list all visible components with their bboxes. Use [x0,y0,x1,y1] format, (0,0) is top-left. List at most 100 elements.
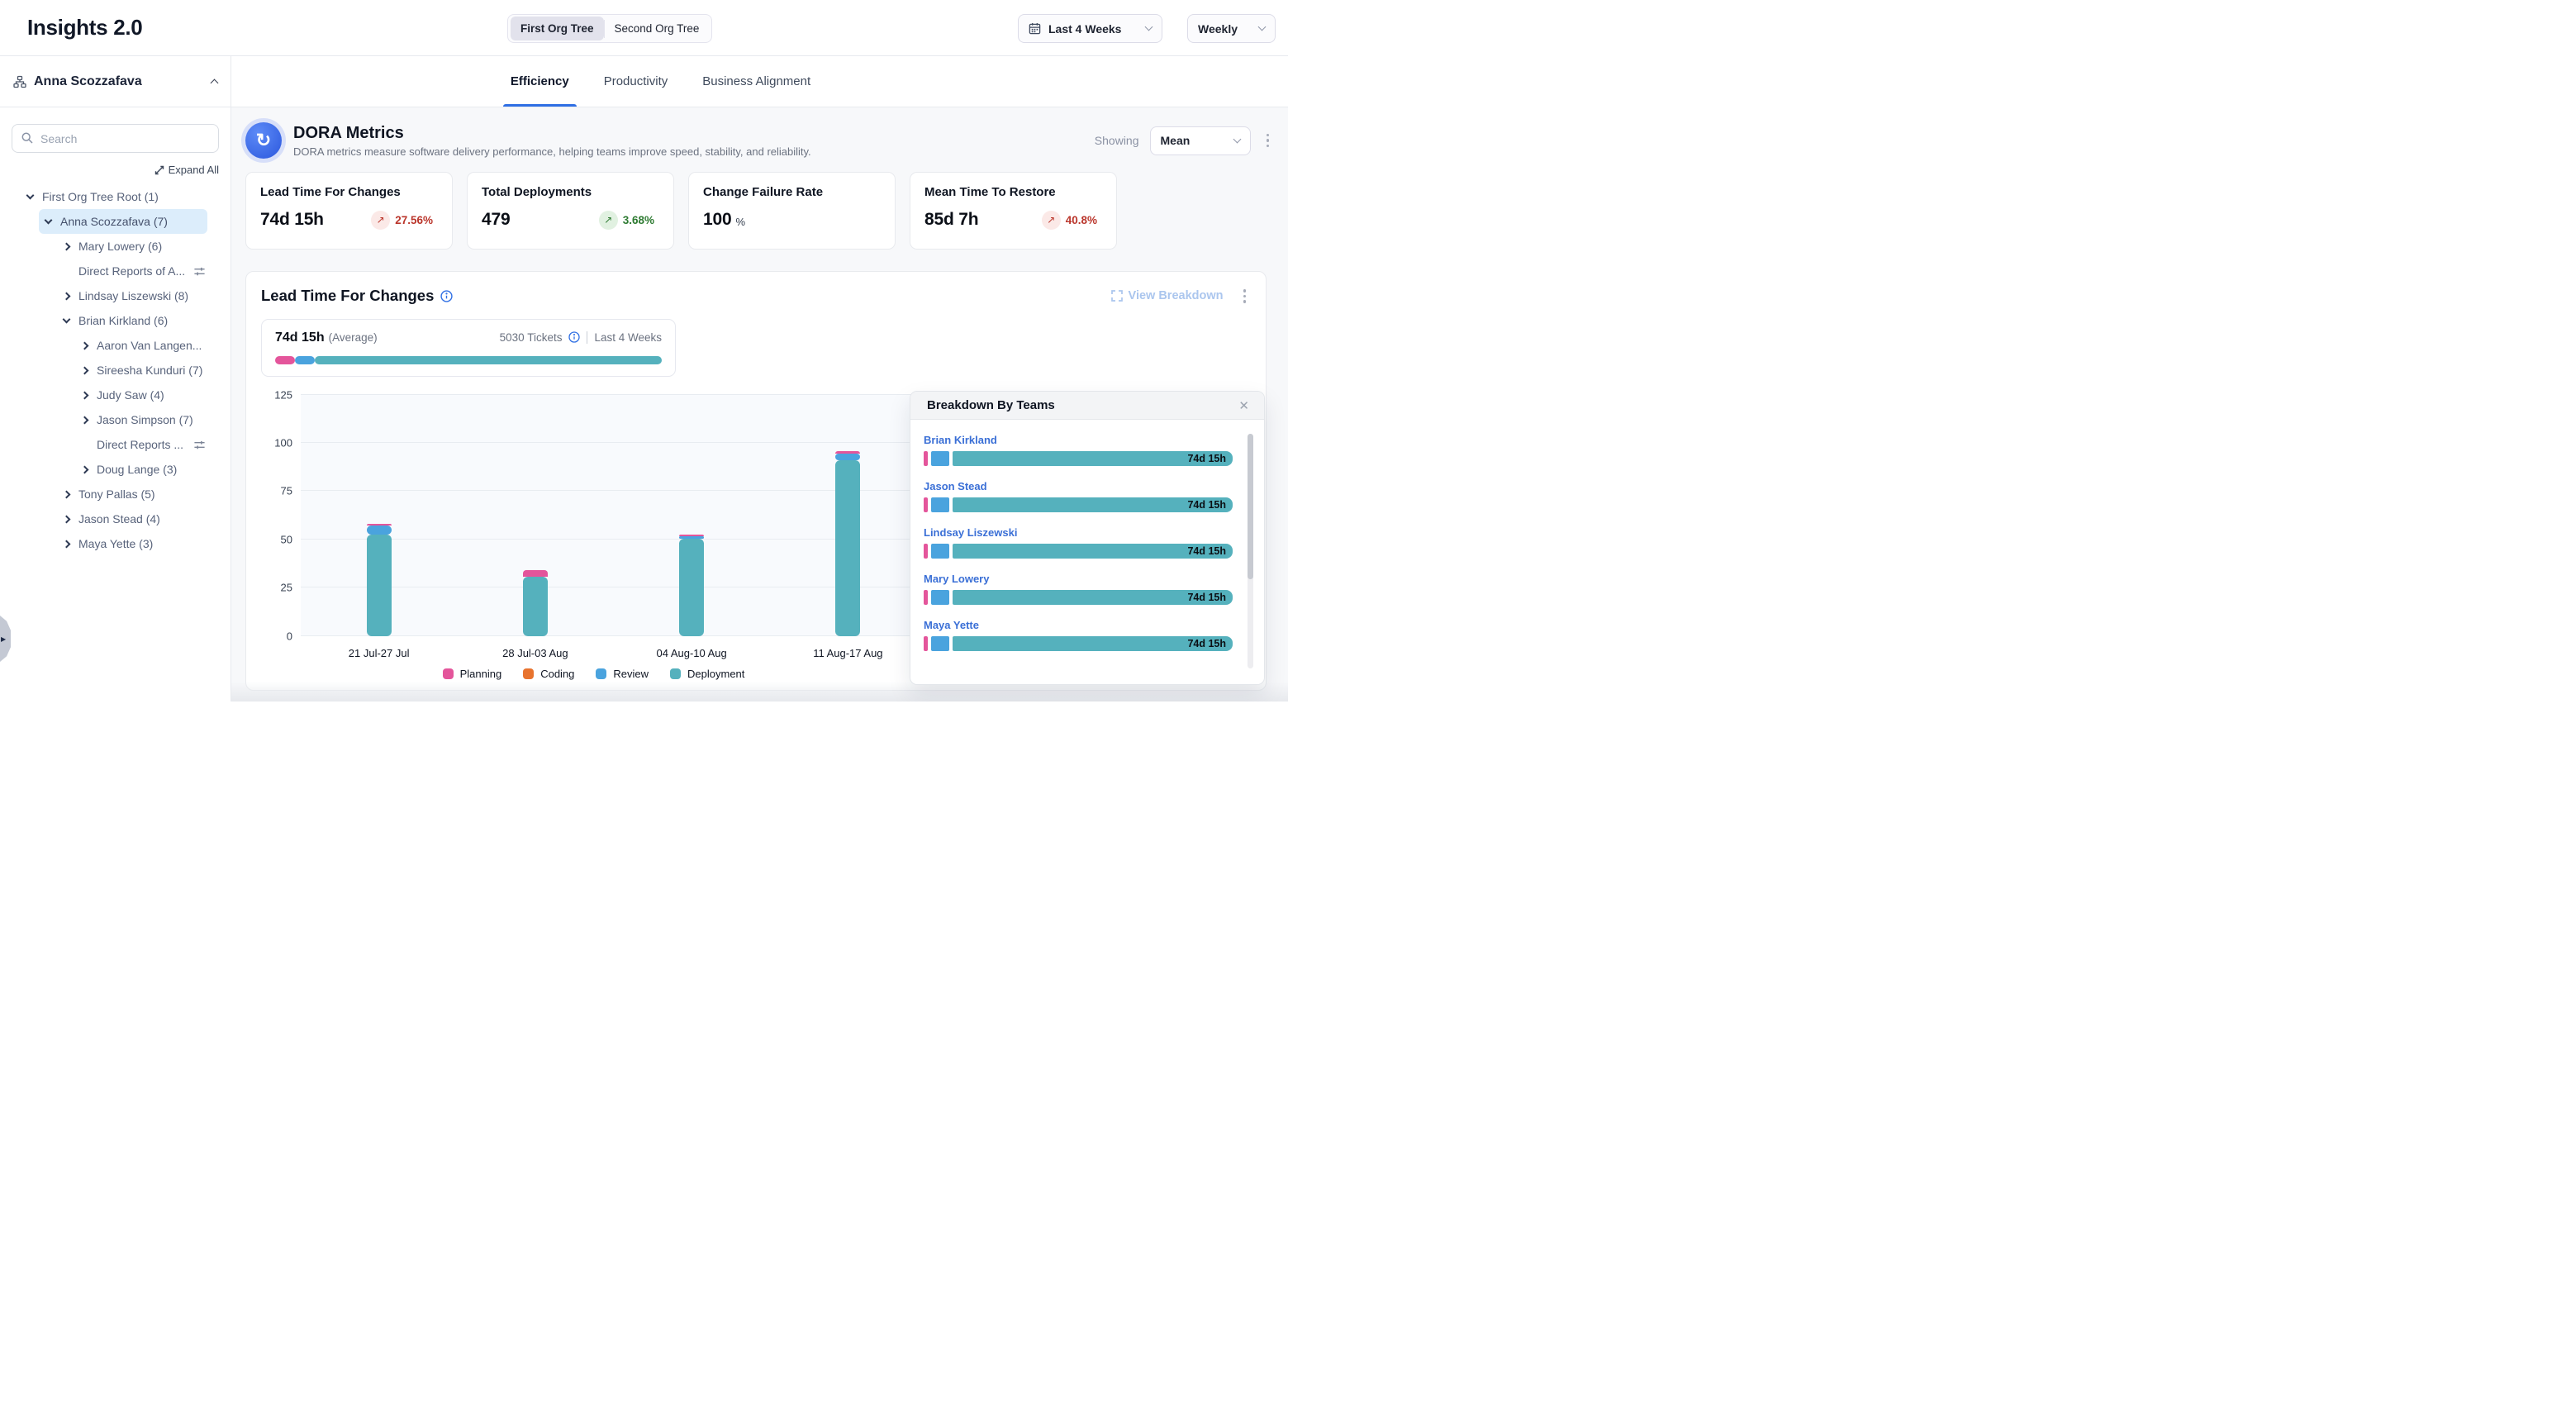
team-name-link[interactable]: Maya Yette [924,619,1233,631]
tree-item[interactable]: First Org Tree Root (1) [21,184,207,209]
tree-item[interactable]: Jason Stead (4) [57,507,207,531]
breakdown-panel-title: Breakdown By Teams [927,398,1235,412]
panel-scrollbar-thumb[interactable] [1248,434,1253,579]
tree-item-label: Tony Pallas (5) [78,487,155,501]
search-icon [21,131,34,145]
view-breakdown-button[interactable]: View Breakdown [1111,289,1224,302]
chevron-up-icon[interactable] [211,79,219,88]
tree-item[interactable]: Sireesha Kunduri (7) [75,358,207,383]
tab[interactable]: Efficiency [509,56,571,107]
tree-item[interactable]: Brian Kirkland (6) [57,308,207,333]
y-axis: 0255075100125 [261,395,301,636]
tree-chevron-icon[interactable] [63,515,71,523]
gridline [301,394,926,395]
expand-all-link[interactable]: Expand All [154,164,219,176]
info-icon[interactable] [568,331,580,343]
team-value: 74d 15h [1187,499,1226,511]
org-tree: First Org Tree Root (1) Anna Scozzafava … [12,184,219,556]
tree-chevron-icon[interactable] [81,465,89,473]
lead-time-card: Lead Time For Changes [245,271,1267,691]
bar-segment-deployment [367,535,392,636]
chart-kebab-menu-icon[interactable] [1238,286,1252,307]
dora-kebab-menu-icon[interactable] [1262,131,1275,151]
tree-item[interactable]: Lindsay Liszewski (8) [57,283,207,308]
tree-chevron-icon[interactable] [63,292,71,300]
tab-label: Productivity [604,74,668,88]
team-name-link[interactable]: Jason Stead [924,480,1233,492]
aggregation-select[interactable]: Mean [1150,126,1251,155]
tree-item[interactable]: Jason Simpson (7) [75,407,207,432]
trend-up-arrow-icon: ↗ [371,211,390,230]
tab[interactable]: Business Alignment [701,56,812,107]
trend-badge: ↗ 3.68% [599,211,654,230]
tree-item[interactable]: Doug Lange (3) [75,457,207,482]
breakdown-panel: Breakdown By Teams ✕ Brian Kirkland 74d … [910,391,1265,685]
tree-chevron-icon[interactable] [63,490,71,498]
average-summary-box: 74d 15h (Average) 5030 Tickets Last 4 We… [261,319,676,377]
team-bar-deployment-segment: 74d 15h [953,544,1233,559]
tree-item-label: Mary Lowery (6) [78,240,162,253]
tree-item[interactable]: Aaron Van Langen... [75,333,207,358]
team-value: 74d 15h [1187,453,1226,464]
tree-chevron-icon[interactable] [81,341,89,350]
legend-item[interactable]: Planning [443,668,502,680]
tree-chevron-icon[interactable] [63,540,71,548]
metric-card: Total Deployments 479 ↗ 3.68% [467,172,674,250]
tree-item[interactable]: Direct Reports of A... [57,259,207,283]
tree-chevron-icon[interactable] [81,416,89,424]
panel-scrollbar-track[interactable] [1248,434,1253,668]
team-name-link[interactable]: Mary Lowery [924,573,1233,585]
tree-chevron-icon[interactable] [63,242,71,250]
legend-item[interactable]: Deployment [670,668,744,680]
tree-item-label: Direct Reports of A... [78,264,185,278]
info-icon[interactable] [440,290,453,302]
chevron-down-icon [1233,135,1241,143]
legend-item[interactable]: Review [596,668,649,680]
sidebar-collapse-handle[interactable] [0,616,11,662]
metric-card-value: 100 [703,210,731,230]
tree-chevron-icon[interactable] [81,366,89,374]
tree-item-label: Lindsay Liszewski (8) [78,289,188,302]
expand-corners-icon [1111,290,1123,302]
tree-item[interactable]: Mary Lowery (6) [57,234,207,259]
chevron-down-icon [1258,23,1267,31]
tree-chevron-icon[interactable] [81,391,89,399]
tab[interactable]: Productivity [602,56,670,107]
team-bar-planning-segment [924,451,928,466]
team-name-link[interactable]: Brian Kirkland [924,434,1233,446]
tree-item[interactable]: Anna Scozzafava (7) [39,209,207,234]
filter-sliders-icon[interactable] [193,265,207,278]
tree-item-label: Judy Saw (4) [97,388,164,402]
team-bar-deployment-segment: 74d 15h [953,590,1233,605]
sidebar-header[interactable]: Anna Scozzafava [0,56,231,107]
tree-item-label: Brian Kirkland (6) [78,314,168,327]
trend-badge: ↗ 27.56% [371,211,433,230]
tree-item[interactable]: Maya Yette (3) [57,531,207,556]
tree-chevron-icon[interactable] [45,216,53,225]
bar-segment-deployment [679,539,704,636]
search-input[interactable] [12,124,219,153]
phase-summary-bar [275,356,662,364]
metric-card-title: Change Failure Rate [703,185,881,199]
average-label: (Average) [329,331,378,344]
close-icon[interactable]: ✕ [1235,397,1252,415]
tree-item[interactable]: Tony Pallas (5) [57,482,207,507]
org-tree-toggle-option[interactable]: First Org Tree [511,17,604,40]
date-range-select[interactable]: Last 4 Weeks [1018,14,1162,43]
top-header: Insights 2.0 First Org TreeSecond Org Tr… [0,0,1288,56]
granularity-select[interactable]: Weekly [1187,14,1276,43]
legend-item[interactable]: Coding [523,668,574,680]
tree-item[interactable]: Direct Reports ... [75,432,207,457]
org-tree-toggle-option[interactable]: Second Org Tree [605,17,710,40]
team-row: Jason Stead 74d 15h [924,480,1233,512]
tree-item[interactable]: Judy Saw (4) [75,383,207,407]
team-name-link[interactable]: Lindsay Liszewski [924,526,1233,539]
tree-chevron-icon[interactable] [26,192,35,200]
lead-time-chart: 0255075100125 21 Jul-27 Jul28 Jul-03 Aug… [261,395,926,680]
tree-chevron-icon[interactable] [63,316,71,324]
filter-sliders-icon[interactable] [193,439,207,451]
team-bar-deployment-segment: 74d 15h [953,451,1233,466]
view-breakdown-label: View Breakdown [1129,289,1224,302]
gridline [301,539,926,540]
sidebar: Anna Scozzafava Ex [0,56,231,702]
